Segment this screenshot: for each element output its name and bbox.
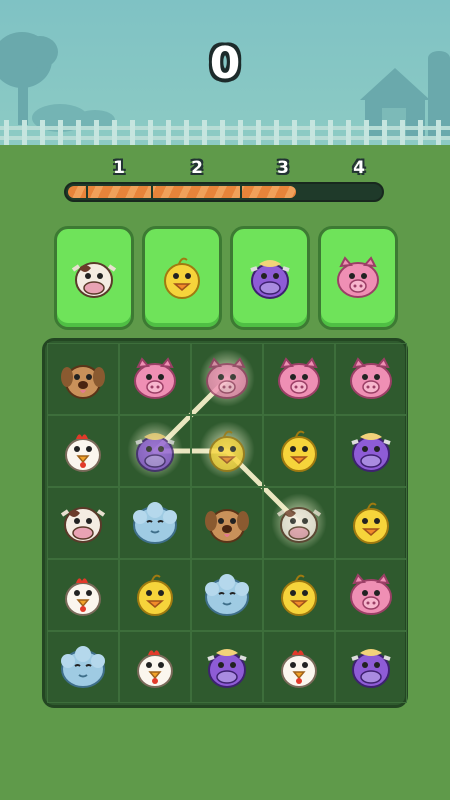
tile-bull[interactable] [335, 631, 407, 703]
sheep-face-icon [133, 502, 177, 544]
progress-divider [151, 186, 153, 198]
dog-face-icon [61, 365, 105, 399]
chicken-face-icon [65, 578, 101, 616]
tile-pig[interactable] [119, 343, 191, 415]
progress-divider [345, 186, 347, 198]
purple-bull-face-icon [351, 649, 391, 688]
tile-bull-selected[interactable] [119, 415, 191, 487]
tile-chick[interactable] [263, 559, 335, 631]
progress-divider [240, 186, 242, 198]
tile-dog[interactable] [47, 343, 119, 415]
tile-chick-selected[interactable] [191, 415, 263, 487]
progress-bar [64, 182, 384, 202]
pig-face-icon [350, 573, 392, 615]
cow-face-icon [60, 507, 106, 543]
purple-bull-face-icon [207, 649, 247, 688]
tile-chicken[interactable] [263, 631, 335, 703]
tile-pig[interactable] [335, 559, 407, 631]
cow-face-icon [276, 507, 322, 543]
tile-cow-selected[interactable] [263, 487, 335, 559]
tile-sheep[interactable] [191, 559, 263, 631]
goal-target-bull [230, 226, 310, 330]
goal-target-chick [142, 226, 222, 330]
sheep-face-icon [205, 574, 249, 616]
sheep-face-icon [61, 646, 105, 688]
milestone-label-2: 2 [191, 158, 203, 178]
chicken-face-icon [65, 434, 101, 472]
tile-pig-selected[interactable] [191, 343, 263, 415]
progress-divider [86, 186, 88, 198]
pig-face-icon [134, 357, 176, 399]
purple-bull-face-icon [351, 433, 391, 472]
milestone-label-3: 3 [277, 158, 289, 178]
purple-bull-face-icon [250, 260, 290, 299]
tile-pig[interactable] [263, 343, 335, 415]
tile-chicken[interactable] [47, 559, 119, 631]
chick-face-icon [281, 574, 317, 616]
tile-chick[interactable] [119, 559, 191, 631]
tile-sheep[interactable] [119, 487, 191, 559]
chick-face-icon [209, 430, 245, 472]
tile-cow[interactable] [47, 487, 119, 559]
tile-bull[interactable] [191, 631, 263, 703]
chick-face-icon [137, 574, 173, 616]
cow-face-icon [71, 262, 117, 298]
chick-face-icon [353, 502, 389, 544]
tile-chicken[interactable] [47, 415, 119, 487]
dog-face-icon [205, 509, 249, 543]
chicken-face-icon [281, 650, 317, 688]
tile-pig[interactable] [335, 343, 407, 415]
pig-face-icon [350, 357, 392, 399]
milestone-label-4: 4 [353, 158, 365, 178]
pig-face-icon [278, 357, 320, 399]
tile-bull[interactable] [335, 415, 407, 487]
progress-fill [68, 186, 296, 198]
purple-bull-face-icon [135, 433, 175, 472]
chick-face-icon [281, 430, 317, 472]
tile-chick[interactable] [263, 415, 335, 487]
goal-targets [54, 226, 398, 330]
tile-chick[interactable] [335, 487, 407, 559]
tile-sheep[interactable] [47, 631, 119, 703]
pig-face-icon [337, 256, 379, 298]
pig-face-icon [206, 357, 248, 399]
chick-face-icon [164, 257, 200, 299]
progress-milestones: 1 2 3 4 [0, 158, 450, 180]
tile-dog[interactable] [191, 487, 263, 559]
goal-target-cow [54, 226, 134, 330]
milestone-label-1: 1 [113, 158, 125, 178]
score-counter: 0 [209, 38, 241, 89]
goal-target-pig [318, 226, 398, 330]
tile-chicken[interactable] [119, 631, 191, 703]
chicken-face-icon [137, 650, 173, 688]
game-board[interactable] [42, 338, 408, 708]
